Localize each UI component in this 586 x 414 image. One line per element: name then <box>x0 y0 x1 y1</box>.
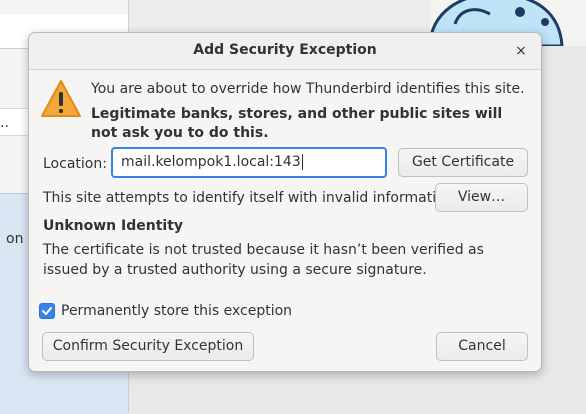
add-security-exception-dialog: Add Security Exception × You are about t… <box>28 32 542 372</box>
location-value: mail.kelompok1.local:143 <box>121 154 301 170</box>
cancel-button[interactable]: Cancel <box>436 332 528 361</box>
warning-icon <box>41 80 81 117</box>
warning-message: Legitimate banks, stores, and other publ… <box>91 106 503 141</box>
dialog-titlebar: Add Security Exception × <box>29 33 541 70</box>
close-button[interactable]: × <box>511 41 531 61</box>
unknown-identity-title: Unknown Identity <box>43 218 184 234</box>
location-input[interactable]: mail.kelompok1.local:143 <box>111 147 387 178</box>
site-attempt-text: This site attempts to identify itself wi… <box>43 190 458 206</box>
background-partial-text: on <box>6 231 24 247</box>
checkmark-icon <box>42 307 52 315</box>
close-icon: × <box>515 43 527 59</box>
background-ellipsis: .. <box>0 115 9 131</box>
override-message: You are about to override how Thunderbir… <box>91 81 525 97</box>
view-button[interactable]: View… <box>435 183 528 212</box>
get-certificate-button[interactable]: Get Certificate <box>398 148 528 177</box>
dialog-title: Add Security Exception <box>193 42 377 58</box>
location-label: Location: <box>43 156 107 172</box>
unknown-identity-description: The certificate is not trusted because i… <box>43 242 484 278</box>
confirm-security-exception-button[interactable]: Confirm Security Exception <box>42 332 254 361</box>
permanent-store-label[interactable]: Permanently store this exception <box>61 303 292 319</box>
text-cursor <box>301 154 303 170</box>
permanent-store-checkbox[interactable] <box>39 303 55 319</box>
